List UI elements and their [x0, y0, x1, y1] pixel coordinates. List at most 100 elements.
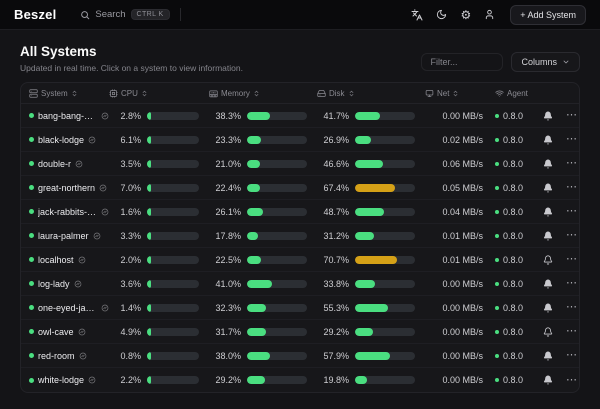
add-system-button[interactable]: + Add System: [510, 5, 586, 25]
system-chart-icon[interactable]: [88, 376, 96, 384]
system-chart-icon[interactable]: [101, 112, 109, 120]
columns-button[interactable]: Columns: [511, 52, 580, 72]
column-label: System: [41, 89, 68, 98]
alerts-button[interactable]: [543, 135, 553, 145]
status-dot: [29, 161, 34, 166]
row-more-button[interactable]: ⋯: [566, 278, 578, 289]
table-row[interactable]: red-room 0.8% 38.0% 57.9% 0.00 MB/s 0.8.…: [21, 344, 579, 368]
cpu-value: 3.5%: [109, 159, 141, 169]
sort-icon: [253, 90, 260, 97]
theme-toggle-button[interactable]: [436, 9, 447, 20]
system-chart-icon[interactable]: [78, 328, 86, 336]
table-row[interactable]: log-lady 3.6% 41.0% 33.8% 0.00 MB/s 0.8.…: [21, 272, 579, 296]
cpu-value: 6.1%: [109, 135, 141, 145]
alerts-button[interactable]: [543, 303, 553, 313]
system-chart-icon[interactable]: [75, 160, 83, 168]
row-more-button[interactable]: ⋯: [566, 326, 578, 337]
column-header-cpu[interactable]: CPU: [109, 89, 209, 98]
table-header-row: System CPU Memory Di: [21, 83, 579, 104]
row-more-button[interactable]: ⋯: [566, 182, 578, 193]
bell-icon: [543, 255, 553, 265]
status-dot: [29, 305, 34, 310]
wifi-icon: [495, 89, 504, 98]
alerts-button[interactable]: [543, 111, 553, 121]
user-menu-button[interactable]: [484, 9, 495, 20]
settings-button[interactable]: ⚙: [460, 9, 471, 21]
disk-bar: [355, 256, 415, 264]
system-name: log-lady: [38, 279, 70, 289]
table-row[interactable]: localhost 2.0% 22.5% 70.7% 0.01 MB/s 0.8…: [21, 248, 579, 272]
row-more-button[interactable]: ⋯: [566, 110, 578, 121]
alerts-button[interactable]: [543, 351, 553, 361]
status-dot: [29, 233, 34, 238]
topbar-divider: [180, 8, 181, 21]
alerts-button[interactable]: [543, 231, 553, 241]
alerts-button[interactable]: [543, 375, 553, 385]
system-name: one-eyed-jacks: [38, 303, 97, 313]
memory-bar: [247, 280, 307, 288]
alerts-button[interactable]: [543, 279, 553, 289]
status-dot: [29, 137, 34, 142]
table-row[interactable]: jack-rabbits-palace 1.6% 26.1% 48.7% 0.0…: [21, 200, 579, 224]
disk-bar: [355, 352, 415, 360]
system-chart-icon[interactable]: [88, 136, 96, 144]
memory-value: 22.5%: [209, 255, 241, 265]
agent-status-dot: [495, 114, 499, 118]
search-icon: [80, 10, 90, 20]
memory-bar: [247, 136, 307, 144]
memory-bar: [247, 232, 307, 240]
agent-status-dot: [495, 138, 499, 142]
moon-icon: [436, 9, 447, 20]
row-more-button[interactable]: ⋯: [566, 350, 578, 361]
memory-value: 38.3%: [209, 111, 241, 121]
ellipsis-icon: ⋯: [566, 134, 578, 145]
system-chart-icon[interactable]: [74, 280, 82, 288]
table-row[interactable]: great-northern 7.0% 22.4% 67.4% 0.05 MB/…: [21, 176, 579, 200]
table-row[interactable]: laura-palmer 3.3% 17.8% 31.2% 0.01 MB/s …: [21, 224, 579, 248]
row-more-button[interactable]: ⋯: [566, 230, 578, 241]
memory-icon: [209, 89, 218, 98]
table-row[interactable]: white-lodge 2.2% 29.2% 19.8% 0.00 MB/s 0…: [21, 368, 579, 392]
net-value: 0.01 MB/s: [425, 231, 495, 241]
table-row[interactable]: black-lodge 6.1% 23.3% 26.9% 0.02 MB/s 0…: [21, 128, 579, 152]
disk-bar: [355, 232, 415, 240]
column-header-agent: Agent: [495, 89, 543, 98]
table-row[interactable]: one-eyed-jacks 1.4% 32.3% 55.3% 0.00 MB/…: [21, 296, 579, 320]
column-header-net[interactable]: Net: [425, 89, 495, 98]
alerts-button[interactable]: [543, 327, 553, 337]
row-more-button[interactable]: ⋯: [566, 134, 578, 145]
search-label: Search: [95, 9, 125, 20]
system-chart-icon[interactable]: [101, 208, 109, 216]
cpu-value: 2.8%: [109, 111, 141, 121]
table-row[interactable]: bang-bang-bar 2.8% 38.3% 41.7% 0.00 MB/s…: [21, 104, 579, 128]
table-row[interactable]: double-r 3.5% 21.0% 46.6% 0.06 MB/s 0.8.…: [21, 152, 579, 176]
alerts-button[interactable]: [543, 183, 553, 193]
system-chart-icon[interactable]: [99, 184, 107, 192]
alerts-button[interactable]: [543, 255, 553, 265]
row-more-button[interactable]: ⋯: [566, 375, 578, 386]
system-chart-icon[interactable]: [93, 232, 101, 240]
language-button[interactable]: [411, 9, 423, 21]
search-button[interactable]: Search CTRL K: [80, 9, 169, 20]
sort-icon: [71, 90, 78, 97]
bell-icon: [543, 303, 553, 313]
agent-status-dot: [495, 378, 499, 382]
column-header-memory[interactable]: Memory: [209, 89, 317, 98]
system-chart-icon[interactable]: [101, 304, 109, 312]
row-more-button[interactable]: ⋯: [566, 302, 578, 313]
alerts-button[interactable]: [543, 207, 553, 217]
top-bar: Beszel Search CTRL K ⚙ + A: [0, 0, 600, 30]
alerts-button[interactable]: [543, 159, 553, 169]
column-header-disk[interactable]: Disk: [317, 89, 425, 98]
column-header-system[interactable]: System: [21, 89, 109, 98]
filter-input[interactable]: [421, 53, 503, 71]
app-logo[interactable]: Beszel: [14, 7, 56, 22]
row-more-button[interactable]: ⋯: [566, 158, 578, 169]
status-dot: [29, 257, 34, 262]
table-row[interactable]: owl-cave 4.9% 31.7% 29.2% 0.00 MB/s 0.8.…: [21, 320, 579, 344]
system-chart-icon[interactable]: [79, 352, 87, 360]
system-chart-icon[interactable]: [78, 256, 86, 264]
row-more-button[interactable]: ⋯: [566, 254, 578, 265]
row-more-button[interactable]: ⋯: [566, 206, 578, 217]
memory-value: 26.1%: [209, 207, 241, 217]
